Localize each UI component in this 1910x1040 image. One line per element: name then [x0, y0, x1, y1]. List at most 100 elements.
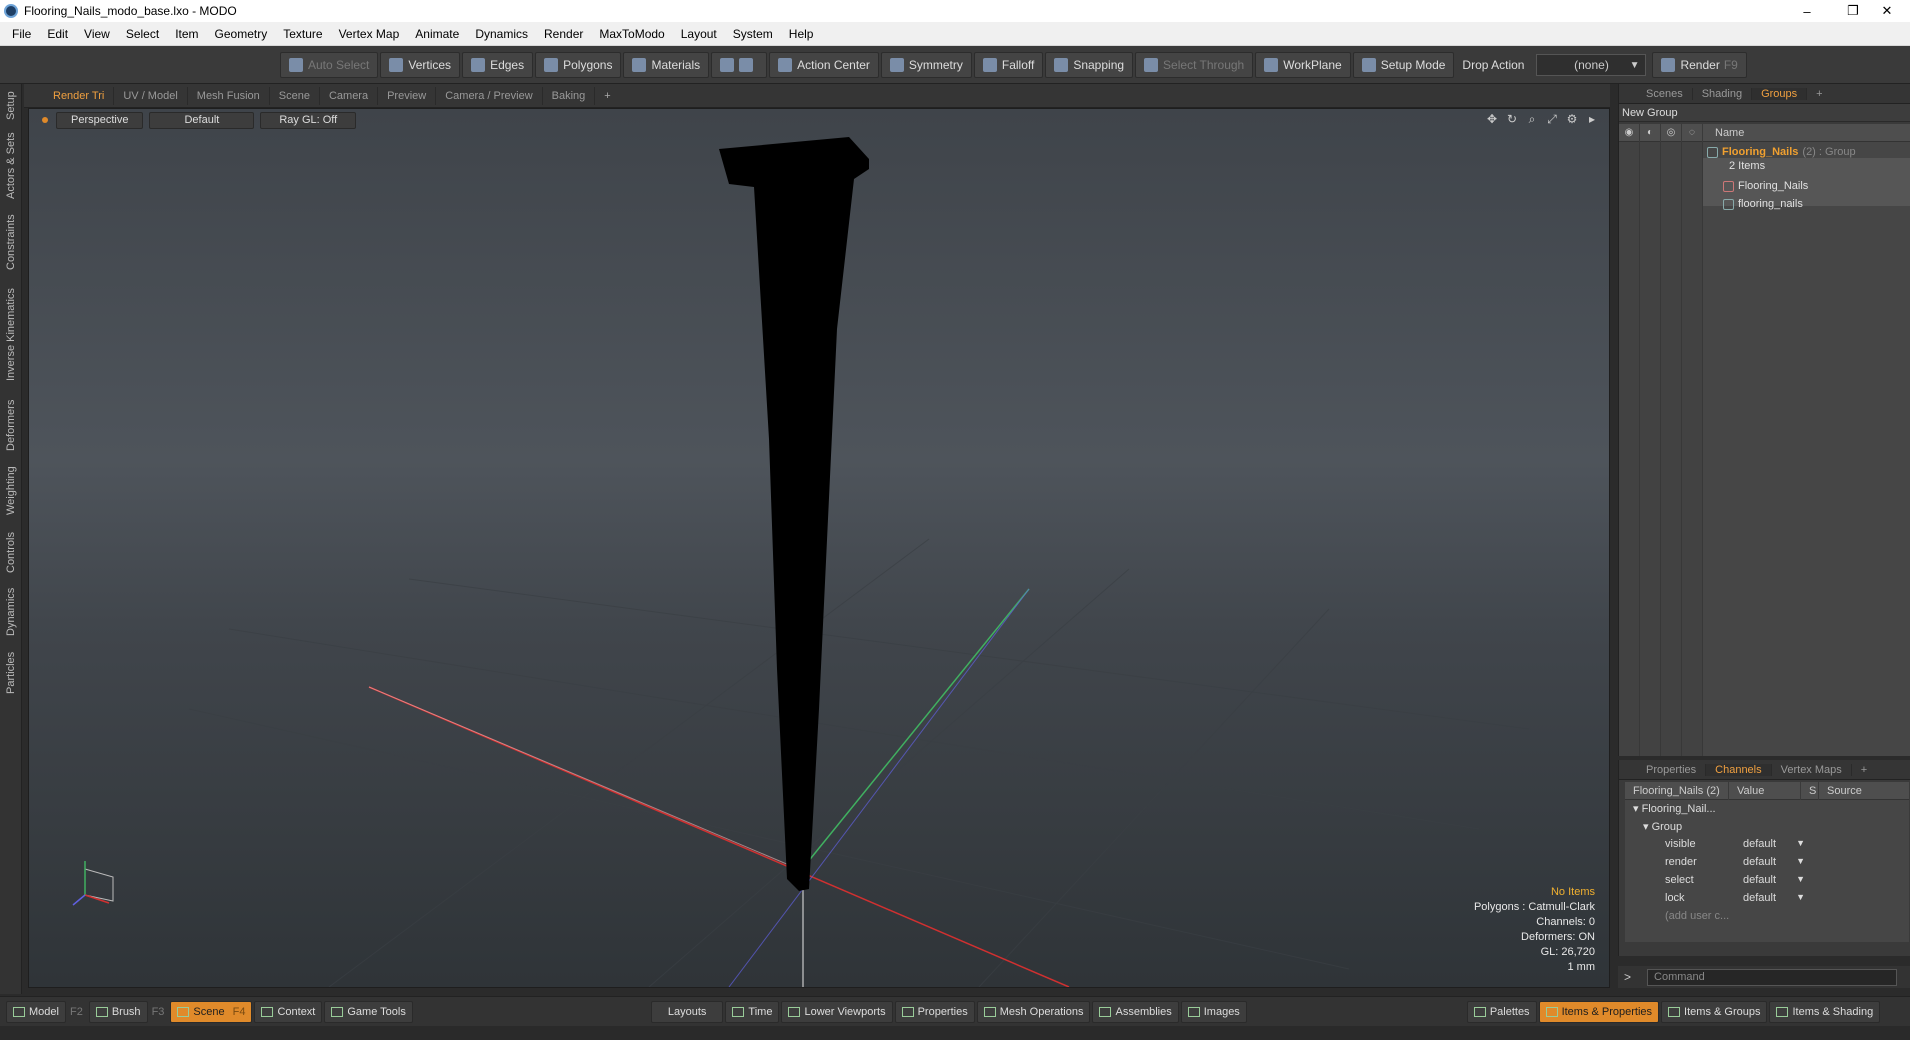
- vertices-button[interactable]: Vertices: [380, 51, 461, 78]
- tab-uv-model[interactable]: UV / Model: [114, 86, 188, 105]
- select-column-icon[interactable]: ◌: [1682, 123, 1703, 142]
- auto-select-button[interactable]: Auto Select: [280, 51, 379, 78]
- menu-maxtomodo[interactable]: MaxToModo: [591, 27, 672, 41]
- channel-group-row[interactable]: ▾ Group: [1643, 820, 1682, 833]
- vtab-weighting[interactable]: Weighting: [2, 460, 20, 522]
- zoom-icon[interactable]: ⌕: [1524, 112, 1540, 128]
- setup-mode-button[interactable]: Setup Mode: [1352, 51, 1455, 78]
- vtab-actors-sets[interactable]: Actors & Sets: [2, 128, 20, 204]
- gear-icon[interactable]: ⚙: [1564, 112, 1580, 128]
- menu-file[interactable]: File: [4, 27, 39, 41]
- tab-properties[interactable]: Properties: [1637, 763, 1707, 776]
- menu-select[interactable]: Select: [118, 27, 167, 41]
- menu-view[interactable]: View: [76, 27, 118, 41]
- tab-scenes[interactable]: Scenes: [1637, 87, 1693, 100]
- menu-dynamics[interactable]: Dynamics: [467, 27, 536, 41]
- images-button[interactable]: Images: [1180, 1000, 1247, 1023]
- tab-camera-preview[interactable]: Camera / Preview: [436, 86, 543, 105]
- render-column-icon[interactable]: ◐: [1640, 123, 1661, 142]
- channel-visible-value[interactable]: default ▼: [1741, 838, 1809, 853]
- symmetry-button[interactable]: Symmetry: [880, 51, 972, 78]
- lock-column-icon[interactable]: ◎: [1661, 123, 1682, 142]
- selection-mode-toggle[interactable]: [711, 51, 768, 78]
- menu-item[interactable]: Item: [167, 27, 206, 41]
- tab-scene[interactable]: Scene: [270, 86, 320, 105]
- tab-mesh-fusion[interactable]: Mesh Fusion: [188, 86, 270, 105]
- menu-vertex-map[interactable]: Vertex Map: [331, 27, 408, 41]
- render-button[interactable]: Render F9: [1652, 51, 1747, 78]
- materials-button[interactable]: Materials: [623, 51, 710, 78]
- group-child-locator[interactable]: Flooring_Nails: [1723, 180, 1808, 192]
- select-through-button[interactable]: Select Through: [1135, 51, 1254, 78]
- minimize-button[interactable]: –: [1784, 0, 1830, 22]
- menu-help[interactable]: Help: [781, 27, 822, 41]
- layout-brush-button[interactable]: Brush: [88, 1000, 148, 1023]
- action-center-button[interactable]: Action Center: [769, 51, 879, 78]
- vtab-setup[interactable]: Setup: [2, 88, 20, 124]
- layout-context-button[interactable]: Context: [254, 1000, 323, 1023]
- polygons-button[interactable]: Polygons: [535, 51, 622, 78]
- add-panel-tab-button[interactable]: +: [1807, 88, 1831, 100]
- tab-channels[interactable]: Channels: [1706, 763, 1772, 776]
- pan-icon[interactable]: ✥: [1484, 112, 1500, 128]
- lower-viewports-button[interactable]: Lower Viewports: [781, 1000, 893, 1023]
- new-group-button[interactable]: New Group: [1619, 104, 1910, 122]
- vtab-dynamics[interactable]: Dynamics: [2, 584, 20, 640]
- properties-button[interactable]: Properties: [894, 1000, 975, 1023]
- channel-root-row[interactable]: ▾ Flooring_Nail...: [1633, 802, 1716, 815]
- falloff-button[interactable]: Falloff: [973, 51, 1044, 78]
- tab-camera[interactable]: Camera: [320, 86, 379, 105]
- menu-edit[interactable]: Edit: [39, 27, 76, 41]
- mesh-operations-button[interactable]: Mesh Operations: [976, 1000, 1091, 1023]
- channel-render-value[interactable]: default ▼: [1741, 856, 1809, 871]
- items-shading-button[interactable]: Items & Shading: [1769, 1000, 1881, 1023]
- tab-preview[interactable]: Preview: [378, 86, 437, 105]
- drop-action-select[interactable]: (none) ▼: [1536, 53, 1647, 76]
- raygl-toggle[interactable]: Ray GL: Off: [260, 111, 357, 129]
- menu-texture[interactable]: Texture: [275, 27, 330, 41]
- menu-layout[interactable]: Layout: [673, 27, 725, 41]
- channel-select-value[interactable]: default ▼: [1741, 874, 1809, 889]
- menu-system[interactable]: System: [725, 27, 781, 41]
- fit-icon[interactable]: ⤢: [1544, 112, 1560, 128]
- perspective-button[interactable]: Perspective: [56, 111, 144, 129]
- rotate-icon[interactable]: ↻: [1504, 112, 1520, 128]
- shading-mode-button[interactable]: Default: [149, 111, 255, 129]
- 3d-viewport[interactable]: No Items Polygons : Catmull-Clark Channe…: [28, 108, 1610, 988]
- menu-geometry[interactable]: Geometry: [207, 27, 276, 41]
- snapping-button[interactable]: Snapping: [1045, 51, 1134, 78]
- flooring-nail-mesh[interactable]: [719, 137, 869, 891]
- tab-render-tri[interactable]: Render Tri: [44, 86, 115, 105]
- workplane-button[interactable]: WorkPlane: [1255, 51, 1351, 78]
- add-user-channel[interactable]: (add user c...: [1665, 910, 1729, 922]
- layout-game-tools-button[interactable]: Game Tools: [324, 1000, 413, 1023]
- vtab-controls[interactable]: Controls: [2, 526, 20, 580]
- add-tab-button[interactable]: +: [595, 87, 619, 105]
- items-properties-button[interactable]: Items & Properties: [1538, 1000, 1660, 1023]
- tab-groups[interactable]: Groups: [1752, 87, 1808, 100]
- layouts-button[interactable]: Layouts: [650, 1000, 724, 1023]
- close-button[interactable]: ✕: [1864, 0, 1910, 22]
- vtab-inverse-kinematics[interactable]: Inverse Kinematics: [2, 280, 20, 390]
- menu-render[interactable]: Render: [536, 27, 591, 41]
- time-button[interactable]: Time: [725, 1000, 780, 1023]
- tab-vertex-maps[interactable]: Vertex Maps: [1772, 763, 1852, 776]
- edges-button[interactable]: Edges: [462, 51, 534, 78]
- layout-scene-button[interactable]: Scene F4: [170, 1000, 253, 1023]
- play-icon[interactable]: ▸: [1584, 112, 1600, 128]
- assemblies-button[interactable]: Assemblies: [1092, 1000, 1179, 1023]
- layout-model-button[interactable]: Model: [6, 1000, 66, 1023]
- items-groups-button[interactable]: Items & Groups: [1661, 1000, 1768, 1023]
- visibility-column-icon[interactable]: ◉: [1619, 123, 1640, 142]
- palettes-button[interactable]: Palettes: [1466, 1000, 1537, 1023]
- tab-shading[interactable]: Shading: [1693, 87, 1753, 100]
- group-child-mesh[interactable]: flooring_nails: [1723, 198, 1803, 210]
- channel-lock-value[interactable]: default ▼: [1741, 892, 1809, 907]
- vtab-particles[interactable]: Particles: [2, 644, 20, 702]
- tab-baking[interactable]: Baking: [543, 86, 596, 105]
- vtab-constraints[interactable]: Constraints: [2, 208, 20, 276]
- command-input[interactable]: Command: [1647, 968, 1898, 986]
- group-row-flooring-nails[interactable]: Flooring_Nails (2) : Group: [1707, 146, 1856, 158]
- menu-animate[interactable]: Animate: [407, 27, 467, 41]
- add-channel-tab-button[interactable]: +: [1852, 764, 1876, 776]
